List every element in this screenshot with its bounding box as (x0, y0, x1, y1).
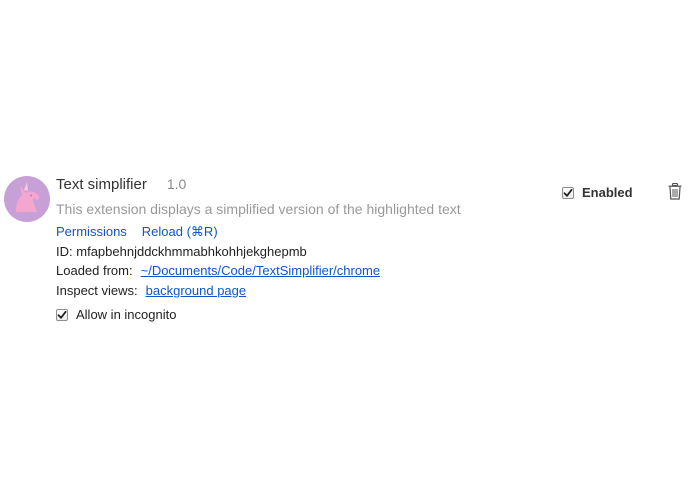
allow-incognito-label: Allow in incognito (76, 307, 177, 322)
inspect-views-line: Inspect views: background page (56, 283, 246, 298)
allow-incognito-control[interactable]: Allow in incognito (56, 307, 176, 322)
loaded-from-path-link[interactable]: ~/Documents/Code/TextSimplifier/chrome (141, 263, 381, 278)
id-value: mfapbehnjddckhmmabhkohhjekghepmb (76, 244, 307, 259)
extension-title-line: Text simplifier 1.0 (56, 176, 186, 194)
trash-icon[interactable] (668, 183, 682, 200)
permissions-link[interactable]: Permissions (56, 224, 127, 239)
checkmark-icon (57, 310, 67, 319)
extension-links: Permissions Reload (⌘R) (56, 224, 218, 240)
background-page-link[interactable]: background page (146, 283, 246, 298)
enabled-control[interactable]: Enabled (562, 185, 633, 200)
unicorn-icon (4, 176, 50, 222)
extension-id-line: ID: mfapbehnjddckhmmabhkohhjekghepmb (56, 244, 307, 259)
extension-version: 1.0 (166, 176, 187, 192)
checkmark-icon (563, 188, 573, 197)
enabled-label: Enabled (582, 185, 633, 200)
loaded-from-label: Loaded from: (56, 263, 133, 278)
reload-link[interactable]: Reload (⌘R) (142, 224, 218, 239)
inspect-views-label: Inspect views: (56, 283, 138, 298)
extensions-page: Text simplifier 1.0 This extension displa… (0, 0, 695, 494)
extension-item: Text simplifier 1.0 This extension displa… (0, 172, 695, 332)
allow-incognito-checkbox[interactable] (56, 308, 68, 321)
id-label: ID: (56, 244, 73, 259)
enabled-checkbox[interactable] (562, 186, 574, 199)
extension-description: This extension displays a simplified ver… (56, 201, 461, 217)
loaded-from-line: Loaded from: ~/Documents/Code/TextSimplif… (56, 263, 380, 278)
extension-name: Text simplifier (56, 176, 147, 193)
